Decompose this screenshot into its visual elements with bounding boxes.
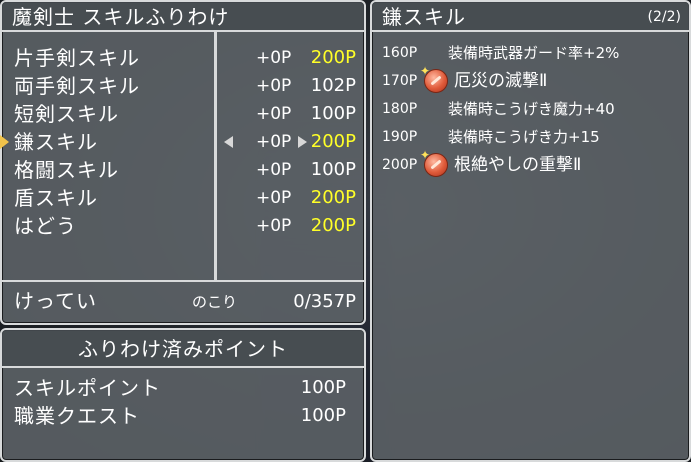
skill-name: 鎌スキル — [14, 130, 98, 154]
points-row-label: 職業クエスト — [14, 404, 140, 428]
detail-points: 180P — [382, 101, 418, 117]
points-row-label: スキルポイント — [14, 376, 161, 400]
skill-alloc: +0P — [256, 216, 292, 236]
detail-desc: 装備時武器ガード率+2% — [448, 44, 620, 62]
detail-desc: 装備時こうげき魔力+40 — [448, 100, 615, 118]
allocated-points-panel: ふりわけ済みポイント スキルポイント 100P 職業クエスト 100P — [0, 328, 366, 462]
confirm-button[interactable]: けってい — [14, 286, 97, 316]
points-row-value: 100P — [300, 405, 346, 426]
skill-name: 盾スキル — [14, 186, 98, 210]
detail-row: 190P 装備時こうげき力+15 — [372, 124, 690, 150]
skill-total: 200P — [310, 131, 356, 152]
detail-points: 170P — [382, 73, 418, 89]
skill-total: 100P — [310, 159, 356, 180]
skill-row-hadou[interactable]: はどう +0P 200P — [2, 212, 364, 240]
skill-name: 格闘スキル — [14, 158, 119, 182]
skill-allocation-panel: 魔剣士 スキルふりわけ 片手剣スキル +0P 200P 両手剣スキル +0P 1… — [0, 0, 366, 325]
points-row-value: 100P — [300, 377, 346, 398]
skill-name: 短剣スキル — [14, 102, 119, 126]
skill-panel-title: 魔剣士 スキルふりわけ — [12, 5, 230, 29]
skill-total: 102P — [310, 75, 356, 96]
skill-name: 両手剣スキル — [14, 74, 140, 98]
points-panel-header: ふりわけ済みポイント — [2, 330, 364, 368]
detail-desc: 装備時こうげき力+15 — [448, 128, 600, 146]
skill-alloc: +0P — [256, 76, 292, 96]
page-indicator[interactable]: (2/2) — [648, 8, 681, 26]
detail-desc: 根絶やしの重撃Ⅱ — [454, 155, 582, 175]
skill-row-twohand-sword[interactable]: 両手剣スキル +0P 102P — [2, 72, 364, 100]
skill-row-dagger[interactable]: 短剣スキル +0P 100P — [2, 100, 364, 128]
sparkle-icon: ✦ — [420, 148, 431, 162]
skill-row-onehand-sword[interactable]: 片手剣スキル +0P 200P — [2, 44, 364, 72]
skill-alloc: +0P — [256, 104, 292, 124]
selection-cursor-icon — [0, 135, 9, 149]
skill-total: 100P — [310, 103, 356, 124]
detail-panel-header: 鎌スキル (2/2) — [372, 2, 689, 32]
detail-row: 160P 装備時武器ガード率+2% — [372, 40, 690, 66]
skill-total: 200P — [310, 215, 356, 236]
skill-alloc: +0P — [256, 188, 292, 208]
points-row-job-quest: 職業クエスト 100P — [2, 402, 364, 430]
detail-panel-title: 鎌スキル — [382, 5, 466, 29]
detail-points: 200P — [382, 157, 418, 173]
skill-row-martial-arts[interactable]: 格闘スキル +0P 100P — [2, 156, 364, 184]
skill-alloc: +0P — [256, 48, 292, 68]
remaining-points: 0/357P — [293, 291, 356, 312]
detail-points: 190P — [382, 129, 418, 145]
skill-total: 200P — [310, 187, 356, 208]
detail-row: 170P ✦ 厄災の滅撃Ⅱ — [372, 64, 690, 94]
skill-name: はどう — [14, 214, 77, 238]
skill-total: 200P — [310, 47, 356, 68]
skill-detail-panel: 鎌スキル (2/2) 160P 装備時武器ガード率+2% 170P ✦ 厄災の滅… — [370, 0, 691, 462]
remaining-label: のこり — [192, 293, 238, 311]
sparkle-icon: ✦ — [420, 64, 431, 78]
skill-alloc: +0P — [256, 132, 292, 152]
skill-panel-header: 魔剣士 スキルふりわけ — [2, 2, 364, 32]
confirm-divider — [2, 280, 364, 282]
skill-alloc: +0P — [256, 160, 292, 180]
detail-desc: 厄災の滅撃Ⅱ — [454, 71, 548, 91]
points-row-skill-points: スキルポイント 100P — [2, 374, 364, 402]
detail-row: 180P 装備時こうげき魔力+40 — [372, 96, 690, 122]
skill-name: 片手剣スキル — [14, 46, 140, 70]
detail-points: 160P — [382, 45, 418, 61]
skill-row-shield[interactable]: 盾スキル +0P 200P — [2, 184, 364, 212]
skill-row-scythe[interactable]: 鎌スキル +0P 200P — [0, 128, 364, 156]
points-panel-title: ふりわけ済みポイント — [78, 337, 288, 361]
detail-row: 200P ✦ 根絶やしの重撃Ⅱ — [372, 148, 690, 178]
arrow-left-icon[interactable] — [224, 136, 233, 148]
